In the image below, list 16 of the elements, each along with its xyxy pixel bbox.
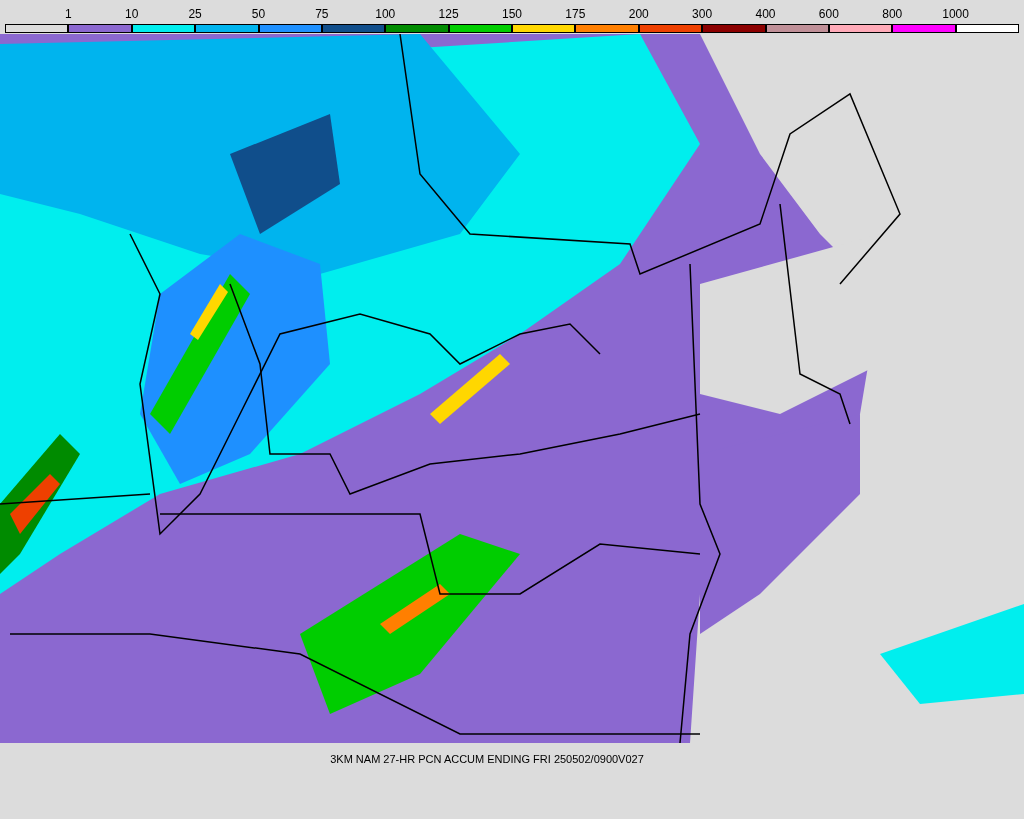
legend-label: 200 <box>628 7 649 23</box>
legend-label: 75 <box>315 7 329 23</box>
legend-label: 50 <box>251 7 266 23</box>
legend-label: 100 <box>375 7 396 23</box>
legend-label: 1 <box>65 7 72 23</box>
legend-label: 175 <box>565 7 586 23</box>
legend-label: 125 <box>438 7 459 23</box>
legend-label: 1000 <box>942 7 969 23</box>
legend-label: 400 <box>755 7 776 23</box>
legend-label: 150 <box>502 7 522 23</box>
legend-label: 25 <box>188 7 202 23</box>
legend-label: 800 <box>882 7 903 23</box>
legend-label: 300 <box>692 7 713 23</box>
legend-label: 600 <box>818 7 839 23</box>
map-caption: 3KM NAM 27-HR PCN ACCUM ENDING FRI 250502/0900V027 <box>330 752 644 767</box>
legend-label: 10 <box>125 7 139 23</box>
